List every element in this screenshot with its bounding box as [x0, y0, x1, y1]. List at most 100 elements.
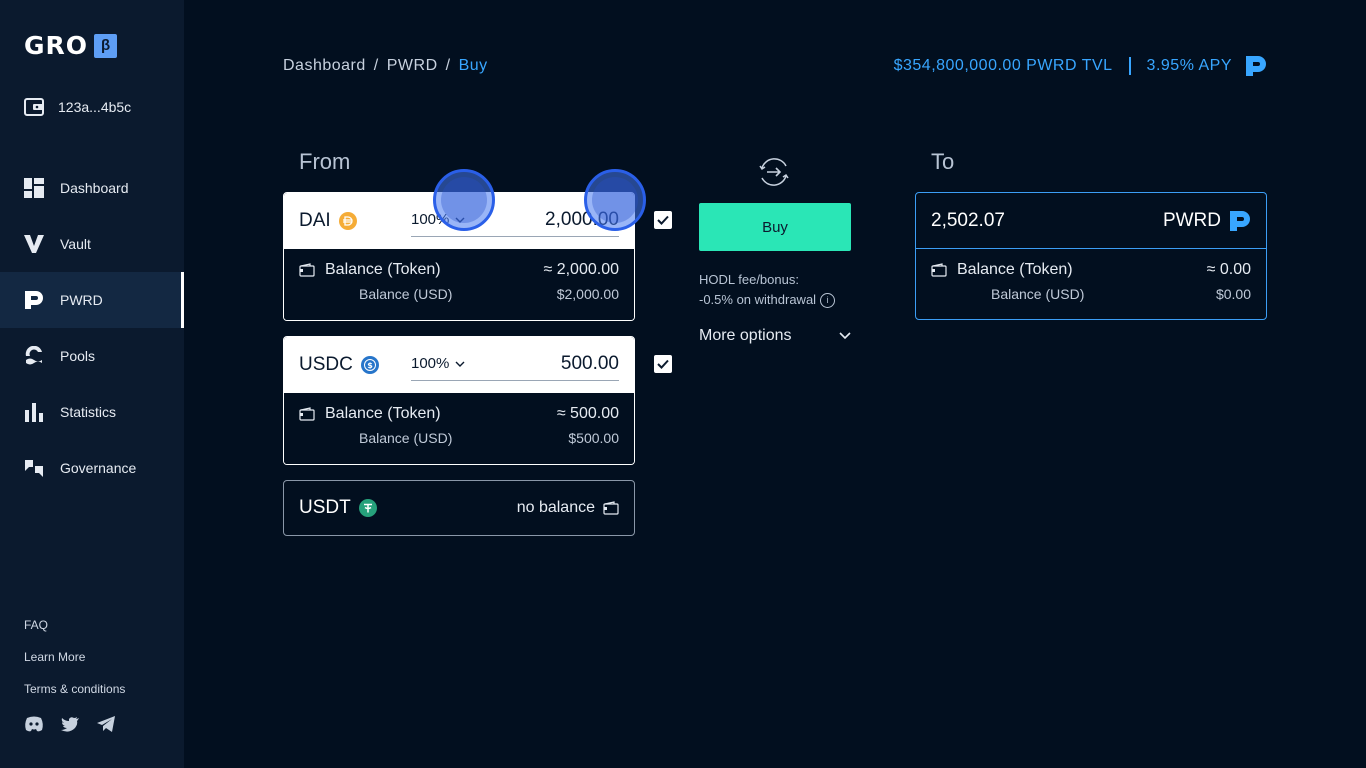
- usdc-amount-input[interactable]: 500.00: [561, 353, 619, 375]
- sidebar-item-label: Pools: [60, 348, 96, 364]
- sidebar-item-label: Governance: [60, 460, 137, 476]
- faq-link[interactable]: FAQ: [24, 617, 125, 649]
- breadcrumb-separator: /: [373, 57, 379, 74]
- more-options-label: More options: [699, 327, 792, 344]
- dai-checkbox[interactable]: [654, 211, 672, 229]
- discord-icon[interactable]: [24, 714, 44, 734]
- usdc-input-underline: [411, 380, 619, 381]
- apy-stat: 3.95% APY: [1146, 57, 1232, 74]
- usdt-token-card[interactable]: USDT no balance: [283, 480, 635, 536]
- to-token-card: 2,502.07 PWRD Balance (Token) ≈ 0.00 Bal…: [915, 192, 1267, 320]
- pwrd-icon: [24, 290, 44, 310]
- wallet-icon: [24, 98, 44, 116]
- more-options-toggle[interactable]: More options: [699, 327, 851, 345]
- usdc-token-card: USDC $ 100% 500.00 Balance (Token) ≈ 500…: [283, 336, 635, 465]
- sidebar-item-pools[interactable]: Pools: [0, 328, 184, 384]
- fee-title: HODL fee/bonus:: [699, 272, 799, 287]
- usdt-token-name: USDT: [299, 497, 351, 518]
- terms-link[interactable]: Terms & conditions: [24, 681, 125, 713]
- governance-icon: [24, 458, 44, 478]
- info-icon[interactable]: i: [820, 292, 836, 308]
- balance-usd-label: Balance (USD): [991, 286, 1085, 302]
- breadcrumb-separator: /: [445, 57, 451, 74]
- usdc-checkbox[interactable]: [654, 355, 672, 373]
- wallet-icon: [299, 407, 315, 421]
- usdc-balance-section: Balance (Token) ≈ 500.00 Balance (USD) $…: [284, 393, 634, 464]
- pwrd-icon: [1230, 210, 1250, 231]
- social-links: [24, 714, 116, 734]
- wallet-address[interactable]: 123a...4b5c: [24, 98, 131, 116]
- dai-balance-token: ≈ 2,000.00: [543, 261, 619, 278]
- wallet-icon: [603, 501, 619, 515]
- usdc-percent-value: 100%: [411, 355, 450, 372]
- usdc-balance-usd: $500.00: [568, 430, 619, 446]
- usdc-token-name: USDC: [299, 354, 353, 375]
- sidebar-item-statistics[interactable]: Statistics: [0, 384, 184, 440]
- usdt-no-balance: no balance: [516, 499, 595, 516]
- usdc-input-row: USDC $ 100% 500.00: [284, 337, 634, 393]
- check-icon: [657, 215, 669, 225]
- dai-token-name: DAI: [299, 210, 331, 231]
- touch-indicator: [433, 169, 495, 231]
- sidebar-item-dashboard[interactable]: Dashboard: [0, 160, 184, 216]
- usdt-icon: [358, 499, 377, 517]
- balance-token-label: Balance (Token): [957, 261, 1073, 278]
- breadcrumb-pwrd[interactable]: PWRD: [387, 57, 438, 74]
- usdc-icon: $: [360, 356, 379, 374]
- header-stats: $354,800,000.00 PWRD TVL 3.95% APY: [894, 57, 1266, 75]
- chevron-down-icon: [455, 361, 465, 367]
- to-balance-section: Balance (Token) ≈ 0.00 Balance (USD) $0.…: [916, 249, 1266, 319]
- dai-balance-usd: $2,000.00: [556, 286, 619, 302]
- statistics-icon: [24, 402, 44, 422]
- wallet-address-text: 123a...4b5c: [58, 99, 132, 115]
- wallet-icon: [931, 263, 947, 277]
- breadcrumb-current: Buy: [458, 57, 488, 74]
- breadcrumb: Dashboard / PWRD / Buy: [283, 57, 488, 75]
- to-balance-usd: $0.00: [1215, 286, 1251, 302]
- learn-more-link[interactable]: Learn More: [24, 649, 125, 681]
- pwrd-logo-icon: [1246, 56, 1266, 76]
- dashboard-icon: [24, 178, 44, 198]
- dai-icon: [338, 212, 357, 230]
- swap-direction-icon[interactable]: [757, 155, 791, 189]
- usdc-balance-token: ≈ 500.00: [556, 405, 619, 422]
- check-icon: [657, 359, 669, 369]
- sidebar-item-governance[interactable]: Governance: [0, 440, 184, 496]
- balance-token-label: Balance (Token): [325, 405, 441, 422]
- usdc-percent-dropdown[interactable]: 100%: [411, 355, 465, 372]
- to-balance-token: ≈ 0.00: [1206, 261, 1251, 278]
- to-amount: 2,502.07: [931, 209, 1005, 231]
- to-amount-row: 2,502.07 PWRD: [916, 193, 1266, 249]
- sidebar-item-label: Dashboard: [60, 180, 129, 196]
- balance-token-label: Balance (Token): [325, 261, 441, 278]
- dai-input-underline: [411, 236, 619, 237]
- sidebar-item-pwrd[interactable]: PWRD: [0, 272, 184, 328]
- buy-button[interactable]: Buy: [699, 203, 851, 251]
- sidebar: GRO β 123a...4b5c Dashboard Vault PWRD P…: [0, 0, 184, 768]
- touch-indicator: [584, 169, 646, 231]
- to-label: To: [931, 149, 955, 174]
- beta-badge: β: [94, 33, 118, 58]
- fee-value: -0.5% on withdrawal: [699, 292, 817, 307]
- twitter-icon[interactable]: [60, 714, 80, 734]
- sidebar-nav: Dashboard Vault PWRD Pools Statistics Go…: [0, 160, 184, 496]
- hodl-fee-info: HODL fee/bonus: -0.5% on withdrawal i: [699, 270, 836, 310]
- footer-links: FAQ Learn More Terms & conditions: [24, 617, 125, 713]
- sidebar-item-label: Vault: [60, 236, 91, 252]
- balance-usd-label: Balance (USD): [359, 286, 453, 302]
- wallet-icon: [299, 263, 315, 277]
- dai-balance-section: Balance (Token) ≈ 2,000.00 Balance (USD)…: [284, 249, 634, 320]
- sidebar-item-label: PWRD: [60, 292, 103, 308]
- pools-icon: [24, 346, 44, 366]
- breadcrumb-dashboard[interactable]: Dashboard: [283, 57, 366, 74]
- chevron-down-icon: [839, 332, 851, 340]
- telegram-icon[interactable]: [96, 714, 116, 734]
- sidebar-item-label: Statistics: [60, 404, 117, 420]
- vault-icon: [24, 234, 44, 254]
- svg-text:$: $: [367, 361, 373, 370]
- to-token-name: PWRD: [1162, 209, 1221, 231]
- from-label: From: [299, 149, 351, 174]
- sidebar-item-vault[interactable]: Vault: [0, 216, 184, 272]
- gro-logo[interactable]: GRO β: [24, 31, 118, 60]
- stats-divider: [1128, 57, 1131, 75]
